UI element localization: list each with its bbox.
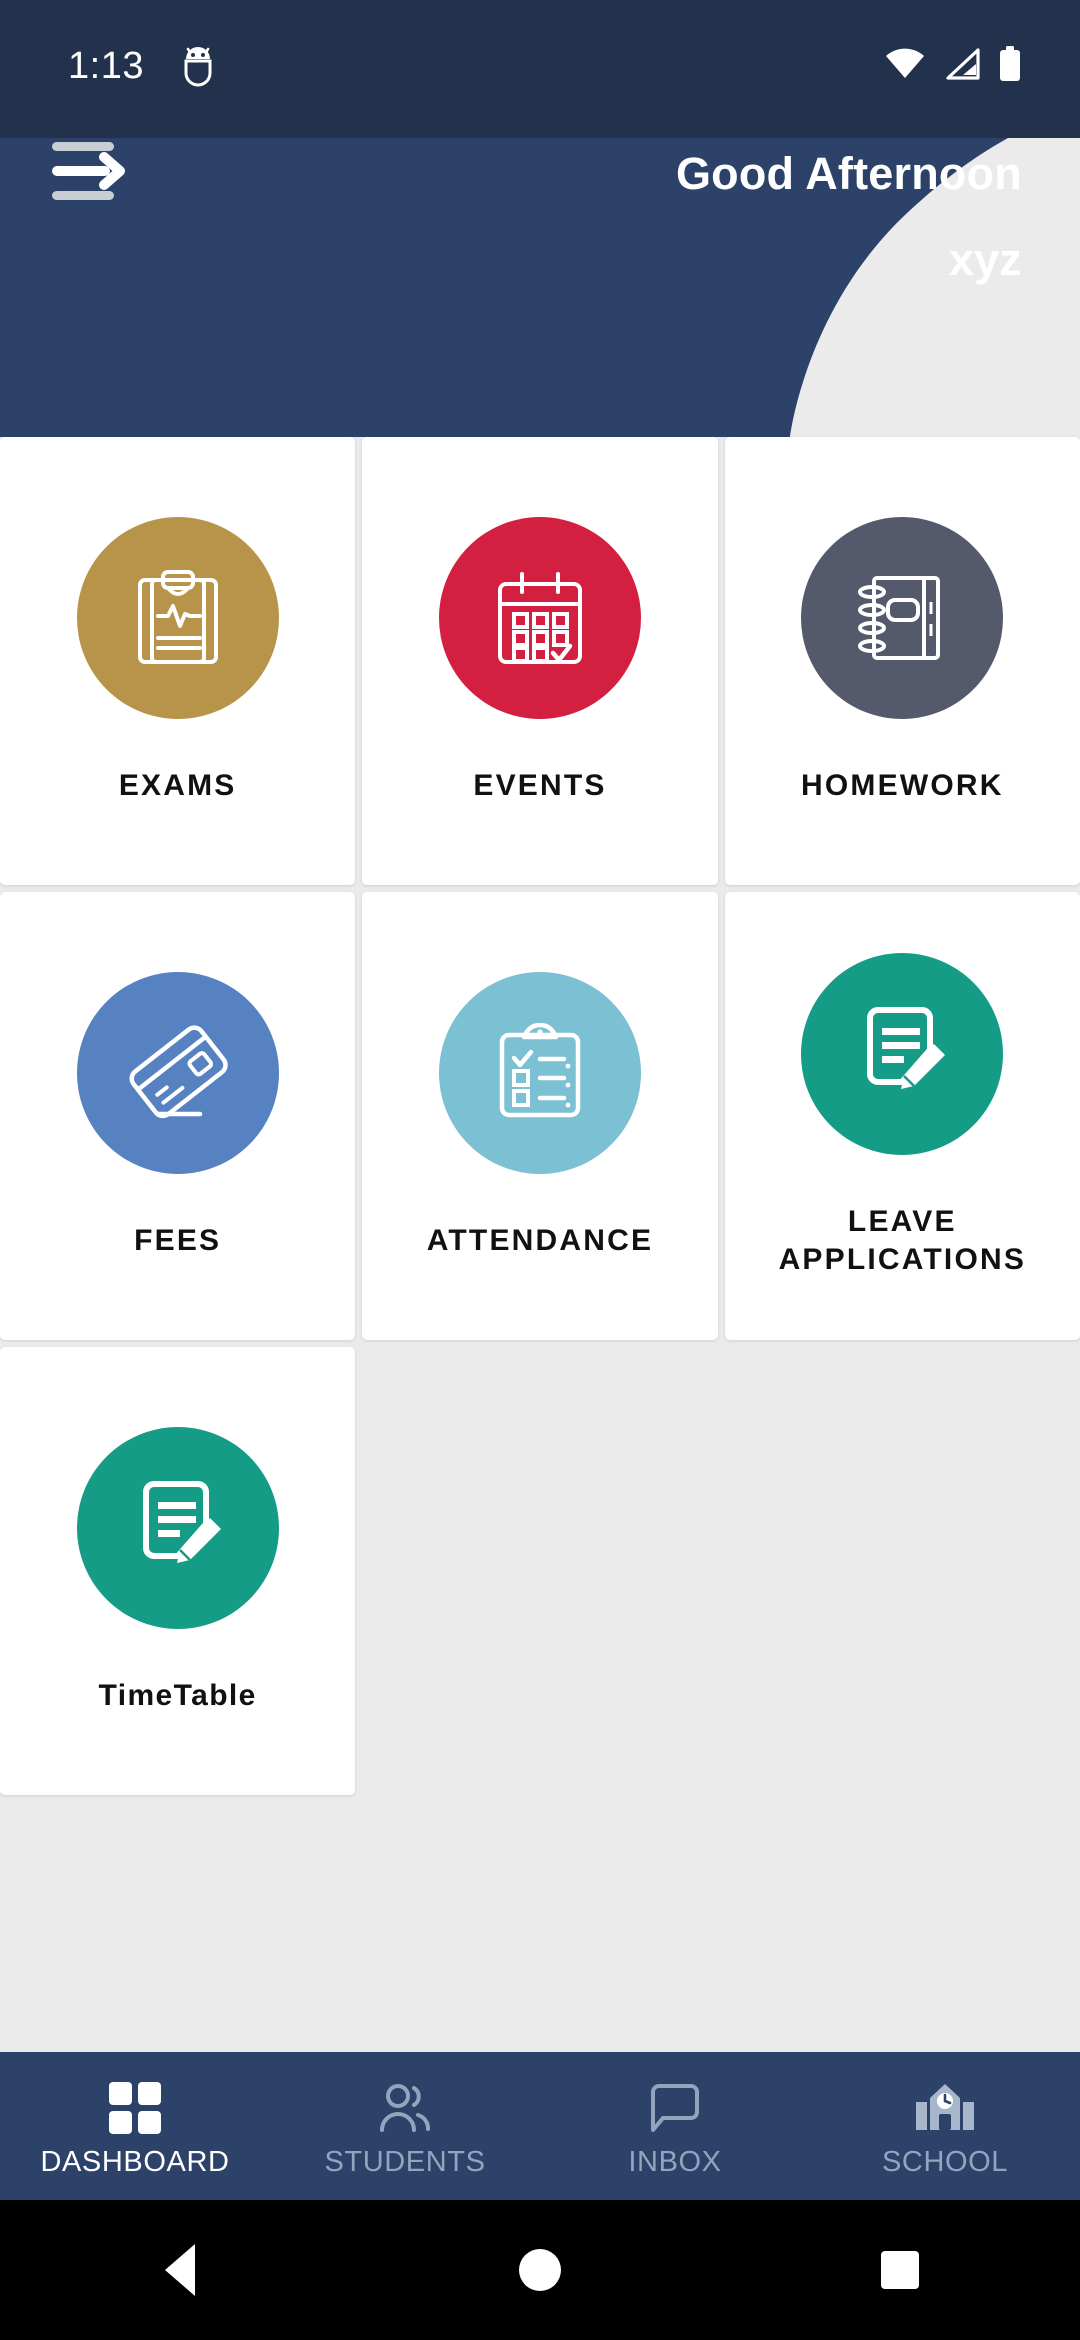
- tile-exams[interactable]: EXAMS: [0, 437, 356, 885]
- school-clock-icon: [914, 2080, 976, 2136]
- tile-events[interactable]: EVENTS: [362, 437, 718, 885]
- tile-attendance[interactable]: ATTENDANCE: [362, 892, 718, 1340]
- tile-placeholder: [362, 1347, 717, 1795]
- tile-label: ATTENDANCE: [426, 1224, 654, 1257]
- username-text: xyz: [948, 234, 1022, 285]
- chat-bubble-icon: [649, 2080, 701, 2136]
- document-pencil-icon: [142, 1481, 221, 1563]
- nav-item-school[interactable]: SCHOOL: [810, 2052, 1080, 2200]
- tile-icon-circle: [438, 517, 641, 719]
- tile-icon-circle: [438, 972, 641, 1174]
- tile-icon-circle: [76, 517, 279, 719]
- calendar-check-icon: [497, 572, 582, 664]
- cellular-signal-icon: [946, 48, 980, 80]
- back-triangle-icon: [165, 2244, 195, 2296]
- battery-icon: [1000, 46, 1020, 81]
- tile-label: EVENTS: [473, 769, 607, 802]
- tile-label: TimeTable: [98, 1679, 257, 1712]
- home-circle-icon: [519, 2249, 561, 2291]
- people-icon: [376, 2080, 434, 2136]
- nav-item-inbox[interactable]: INBOX: [540, 2052, 810, 2200]
- exam-clipboard-icon: [137, 570, 218, 664]
- tile-icon-circle: [76, 972, 279, 1174]
- tile-label: HOMEWORK: [801, 769, 1004, 802]
- nav-label: INBOX: [628, 2145, 722, 2178]
- tile-leave-applications[interactable]: LEAVE APPLICATIONS: [724, 892, 1080, 1340]
- tile-timetable[interactable]: TimeTable: [0, 1347, 356, 1795]
- spiral-notebook-icon: [858, 576, 941, 660]
- bottom-navigation-bar: DASHBOARD STUDENTS INBOX SCHOOL: [0, 2052, 1080, 2200]
- status-bar-icons: [884, 46, 1022, 82]
- tile-label: FEES: [134, 1224, 222, 1257]
- tile-icon-circle: [76, 1427, 279, 1629]
- android-debug-icon: [184, 47, 212, 87]
- nav-label: SCHOOL: [881, 2145, 1009, 2178]
- recents-square-icon: [881, 2251, 919, 2289]
- tile-icon-circle: [801, 517, 1004, 719]
- tile-homework[interactable]: HOMEWORK: [724, 437, 1080, 885]
- status-bar-clock: 1:13: [68, 45, 144, 87]
- credit-card-icon: [129, 1025, 228, 1119]
- greeting-block: Good Afternoon xyz: [676, 146, 1022, 288]
- tile-label: LEAVE APPLICATIONS: [778, 1205, 1027, 1276]
- greeting-text: Good Afternoon: [675, 148, 1022, 199]
- document-pencil-icon: [867, 1007, 946, 1089]
- tile-icon-circle: [801, 953, 1004, 1155]
- nav-item-students[interactable]: STUDENTS: [270, 2052, 540, 2200]
- tile-fees[interactable]: FEES: [0, 892, 356, 1340]
- checklist-clipboard-icon: [499, 1023, 581, 1118]
- tile-placeholder: [725, 1347, 1080, 1795]
- dashboard-tile-grid: EXAMS EVENTS HOMEWORK FEES ATTENDANCE LE…: [0, 437, 1080, 1795]
- recents-button[interactable]: [840, 2220, 960, 2320]
- back-button[interactable]: [120, 2220, 240, 2320]
- nav-label: DASHBOARD: [40, 2145, 230, 2178]
- nav-label: STUDENTS: [324, 2145, 486, 2178]
- home-button[interactable]: [480, 2220, 600, 2320]
- android-system-nav: [0, 2200, 1080, 2340]
- nav-item-dashboard[interactable]: DASHBOARD: [0, 2052, 270, 2200]
- grid-squares-icon: [107, 2080, 163, 2136]
- phone-screen: Good Afternoon xyz 1:13 EXAMS EVENTS HOM…: [0, 0, 1080, 2340]
- wifi-icon: [886, 48, 924, 78]
- status-bar: 1:13: [0, 0, 1080, 138]
- hamburger-menu-button[interactable]: [48, 136, 134, 206]
- tile-label: EXAMS: [118, 769, 237, 802]
- hamburger-menu-arrow-icon: [52, 142, 125, 200]
